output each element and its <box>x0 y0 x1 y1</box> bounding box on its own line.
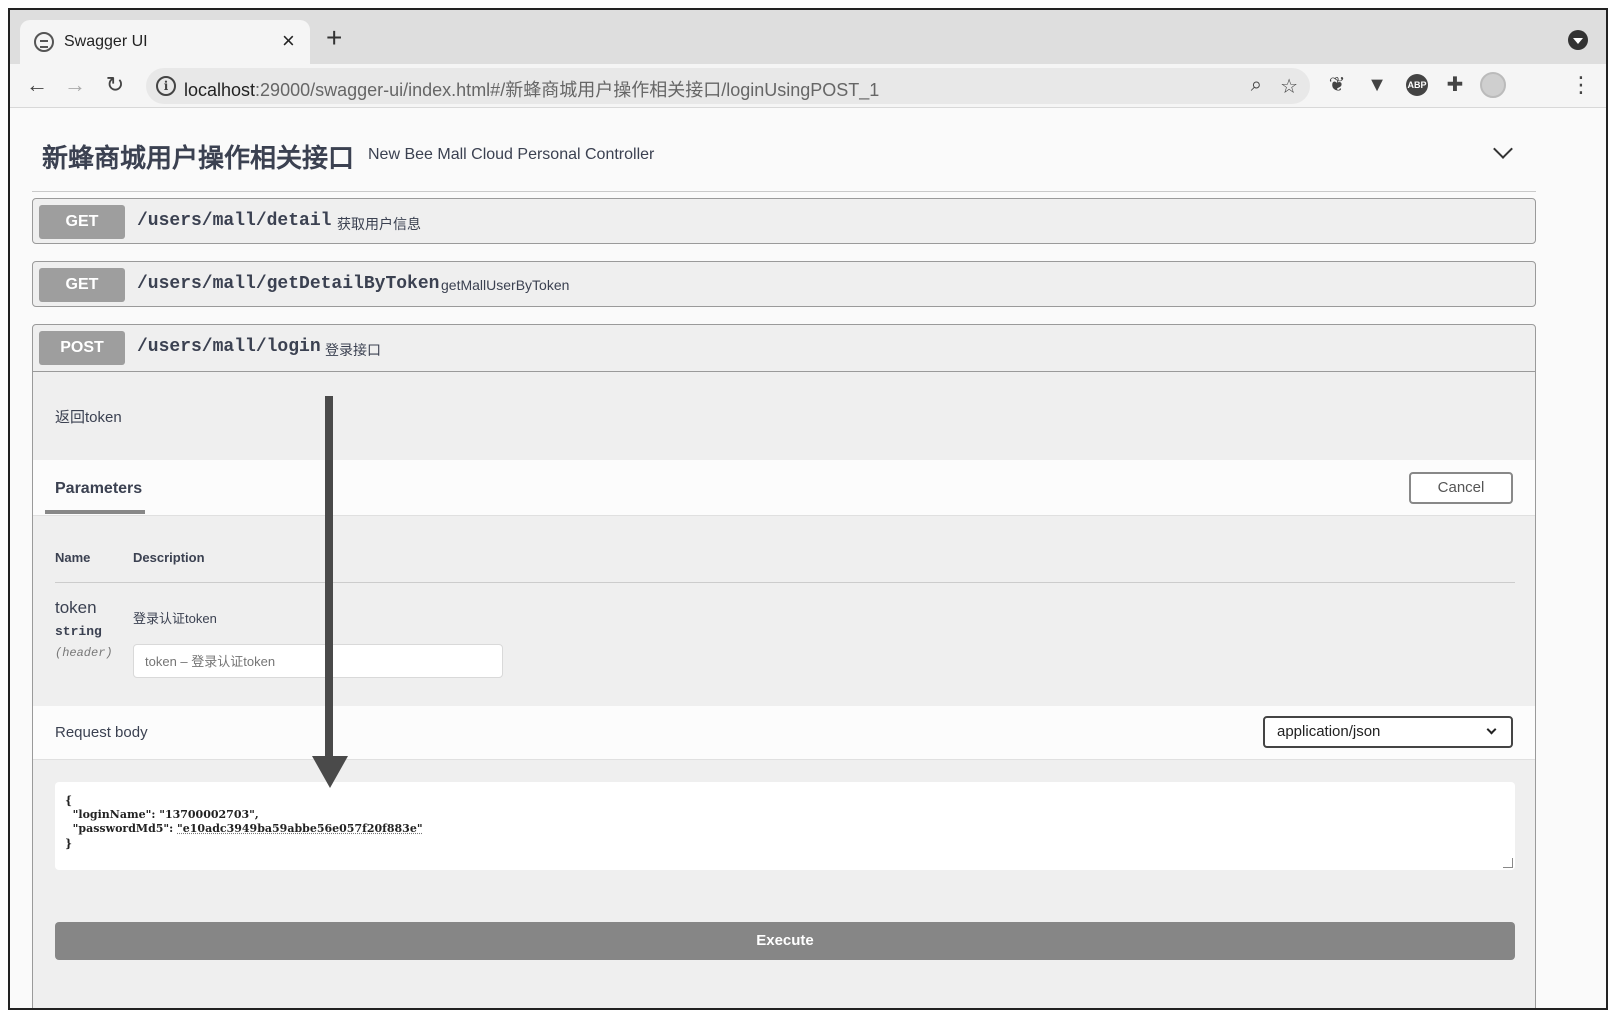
swagger-page: 新蜂商城用户操作相关接口 New Bee Mall Cloud Personal… <box>10 108 1606 1008</box>
tab-parameters[interactable]: Parameters <box>55 480 142 498</box>
request-body-header: Request body application/json <box>33 706 1535 760</box>
browser-toolbar: ← → ↻ i localhost:29000/swagger-ui/index… <box>10 64 1606 108</box>
site-info-icon[interactable]: i <box>156 76 176 96</box>
url-text[interactable]: localhost:29000/swagger-ui/index.html#/新… <box>184 76 879 102</box>
tag-description: New Bee Mall Cloud Personal Controller <box>368 146 655 163</box>
operation-summary[interactable]: GET /users/mall/getDetailByToken getMall… <box>33 262 1535 306</box>
browser-window: Swagger UI × + ← → ↻ i localhost:29000/s… <box>8 8 1608 1010</box>
operation-path: /users/mall/detail <box>137 211 332 231</box>
column-header-name: Name <box>55 550 91 565</box>
operation-post-login: POST /users/mall/login 登录接口 返回token Para… <box>32 324 1536 1008</box>
url-path: :29000/swagger-ui/index.html#/新蜂商城用户操作相关… <box>255 80 880 100</box>
operation-get-detail[interactable]: GET /users/mall/detail 获取用户信息 <box>32 198 1536 244</box>
code-key: "passwordMd5": <box>65 822 178 835</box>
method-badge: GET <box>39 205 125 239</box>
method-badge: POST <box>39 331 125 365</box>
operation-summary-text: 获取用户信息 <box>337 216 421 232</box>
chevron-down-icon <box>1486 724 1497 735</box>
operation-get-detail-by-token[interactable]: GET /users/mall/getDetailByToken getMall… <box>32 261 1536 307</box>
browser-menu-icon[interactable]: ⋮ <box>1570 72 1592 98</box>
operation-description: 返回token <box>55 409 122 426</box>
execute-button[interactable]: Execute <box>55 922 1515 960</box>
token-input[interactable] <box>133 644 503 678</box>
param-description: 登录认证token <box>133 611 217 626</box>
divider <box>55 582 1515 583</box>
forward-button[interactable]: → <box>62 72 88 98</box>
password-value: "e10adc3949ba59abbe56e057f20f883e" <box>177 822 423 835</box>
chevron-down-icon[interactable] <box>1493 139 1513 159</box>
back-button[interactable]: ← <box>24 72 50 98</box>
parameters-header: Parameters Cancel <box>33 460 1535 516</box>
resize-handle-icon[interactable] <box>1503 858 1513 868</box>
code-line: "passwordMd5": "e10adc3949ba59abbe56e057… <box>65 822 423 835</box>
content-type-select[interactable]: application/json <box>1263 716 1513 748</box>
tab-close-icon[interactable]: × <box>282 28 295 54</box>
tag-title: 新蜂商城用户操作相关接口 <box>42 143 355 173</box>
operation-path: /users/mall/getDetailByToken <box>137 274 440 294</box>
evernote-icon[interactable]: ❦ <box>1326 74 1348 96</box>
url-host: localhost <box>184 80 256 100</box>
tab-strip: Swagger UI × + <box>10 10 1606 64</box>
column-header-description: Description <box>133 550 205 565</box>
code-line: } <box>65 837 73 850</box>
operation-path: /users/mall/login <box>137 337 321 357</box>
profile-avatar[interactable] <box>1480 72 1506 98</box>
vue-devtools-icon[interactable]: ▼ <box>1366 74 1388 96</box>
operation-summary-text: getMallUserByToken <box>441 277 570 293</box>
operation-body: 返回token Parameters Cancel Name Descripti… <box>33 371 1535 981</box>
cancel-button[interactable]: Cancel <box>1409 472 1513 504</box>
tab-search-icon[interactable] <box>1568 30 1588 50</box>
param-location: (header) <box>55 646 113 660</box>
tag-section-header[interactable]: 新蜂商城用户操作相关接口 New Bee Mall Cloud Personal… <box>32 108 1536 192</box>
request-body-label: Request body <box>55 724 148 741</box>
tab-title: Swagger UI <box>64 33 148 50</box>
param-type: string <box>55 624 102 639</box>
content-type-value: application/json <box>1277 723 1381 740</box>
browser-tab[interactable]: Swagger UI × <box>20 20 310 64</box>
param-name: token <box>55 598 97 617</box>
star-icon[interactable]: ☆ <box>1280 74 1298 99</box>
zoom-icon[interactable]: ⌕ <box>1251 74 1262 97</box>
swagger-favicon-icon <box>34 32 54 52</box>
new-tab-button[interactable]: + <box>326 24 342 52</box>
code-line: { <box>65 794 73 807</box>
puzzle-icon[interactable]: ✚ <box>1444 74 1466 96</box>
active-tab-indicator <box>45 510 145 514</box>
request-body-editor[interactable]: { "loginName": "13700002703", "passwordM… <box>55 782 1515 870</box>
operation-summary[interactable]: POST /users/mall/login 登录接口 <box>33 325 1535 369</box>
adblock-icon[interactable]: ABP <box>1406 74 1428 96</box>
operation-summary[interactable]: GET /users/mall/detail 获取用户信息 <box>33 199 1535 243</box>
address-bar[interactable]: i localhost:29000/swagger-ui/index.html#… <box>146 68 1310 104</box>
code-line: "loginName": "13700002703", <box>65 808 259 821</box>
operation-summary-text: 登录接口 <box>325 342 381 358</box>
reload-button[interactable]: ↻ <box>102 72 128 98</box>
method-badge: GET <box>39 268 125 302</box>
